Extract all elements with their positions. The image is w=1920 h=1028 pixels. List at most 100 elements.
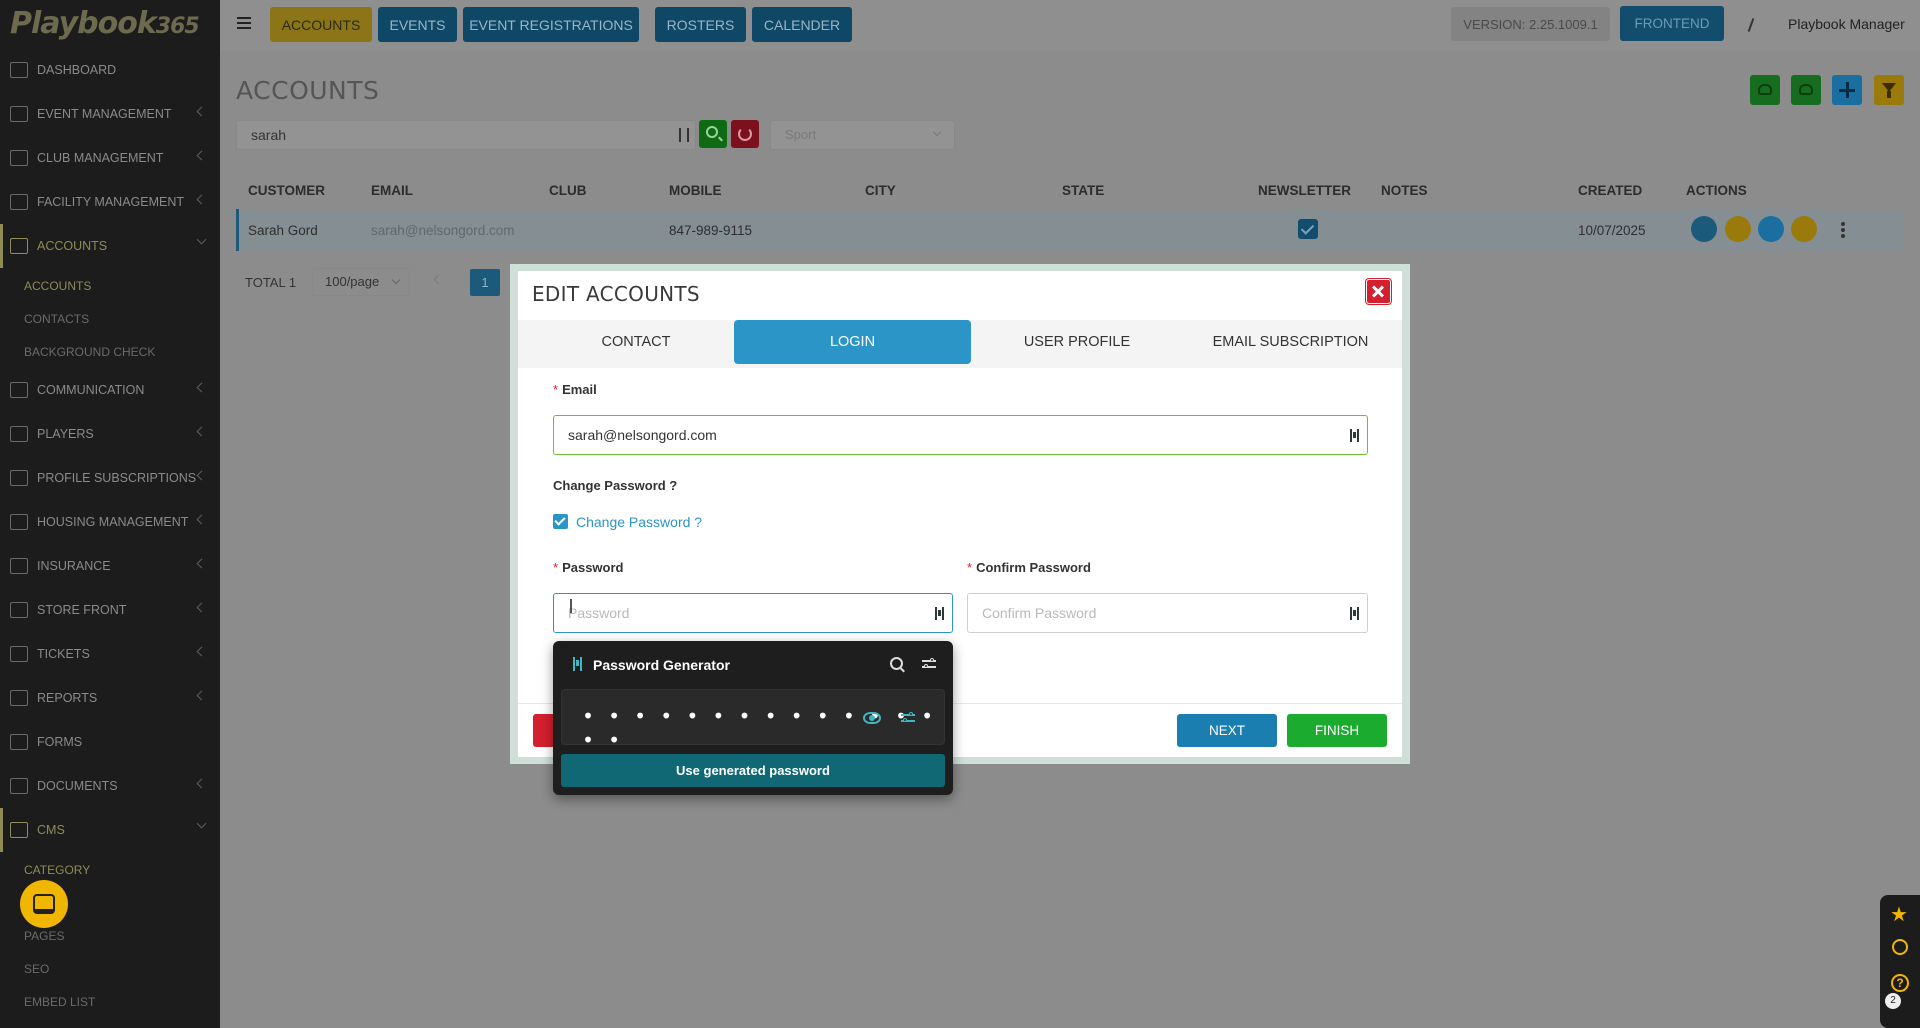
- column-header-customer[interactable]: CUSTOMER: [248, 183, 325, 198]
- search-input[interactable]: sarah: [236, 120, 696, 150]
- password-field[interactable]: Password: [553, 593, 953, 633]
- change-password-checkbox-label[interactable]: Change Password ?: [576, 514, 702, 530]
- sidebar-item-dashboard[interactable]: DASHBOARD: [0, 48, 220, 92]
- password-manager-icon[interactable]: [1350, 429, 1359, 442]
- sidebar-subitem-embed-list[interactable]: EMBED LIST: [24, 995, 95, 1009]
- add-button[interactable]: [1832, 75, 1862, 105]
- close-icon[interactable]: [1366, 279, 1391, 304]
- forms-icon: [10, 734, 28, 750]
- cell-customer: Sarah Gord: [248, 223, 318, 238]
- cloud-upload-button[interactable]: [1750, 75, 1780, 105]
- user-menu[interactable]: Playbook Manager: [1788, 16, 1905, 32]
- column-header-state[interactable]: STATE: [1062, 183, 1104, 198]
- edit-icon[interactable]: [1691, 216, 1717, 242]
- column-header-newsletter[interactable]: NEWSLETTER: [1258, 183, 1351, 198]
- change-password-checkbox[interactable]: [553, 514, 568, 529]
- sidebar-item-store-front[interactable]: STORE FRONT: [0, 588, 220, 632]
- reset-button[interactable]: [731, 120, 759, 148]
- sidebar-item-forms[interactable]: FORMS: [0, 720, 220, 764]
- column-header-city[interactable]: CITY: [865, 183, 896, 198]
- tab-rosters[interactable]: ROSTERS: [655, 7, 746, 42]
- sidebar-subitem-pages[interactable]: PAGES: [24, 929, 64, 943]
- location-icon[interactable]: [1758, 216, 1784, 242]
- previous-page-icon[interactable]: [433, 274, 444, 285]
- sidebar-item-reports[interactable]: REPORTS: [0, 676, 220, 720]
- sport-select[interactable]: Sport: [770, 120, 955, 150]
- confirm-password-field[interactable]: Confirm Password: [967, 593, 1368, 633]
- sidebar-item-profile-subscriptions[interactable]: PROFILE SUBSCRIPTIONS: [0, 456, 220, 500]
- sidebar-item-players[interactable]: PLAYERS: [0, 412, 220, 456]
- password-label-text: Password: [562, 560, 624, 575]
- tab-email-subscription[interactable]: EMAIL SUBSCRIPTION: [1183, 320, 1398, 364]
- frontend-button[interactable]: FRONTEND: [1620, 6, 1724, 41]
- email-field[interactable]: sarah@nelsongord.com: [553, 415, 1368, 455]
- newsletter-checkbox[interactable]: [1298, 219, 1318, 239]
- dashboard-icon: [10, 62, 28, 78]
- sidebar-item-label: FACILITY MANAGEMENT: [37, 195, 185, 209]
- tab-event-registrations[interactable]: EVENT REGISTRATIONS: [463, 7, 639, 42]
- cloud-download-icon: [1799, 84, 1813, 95]
- sidebar-subitem-accounts[interactable]: ACCOUNTS: [24, 279, 91, 293]
- sidebar-item-facility-management[interactable]: FACILITY MANAGEMENT: [0, 180, 220, 224]
- sidebar-subitem-background-check[interactable]: BACKGROUND CHECK: [24, 345, 155, 359]
- sport-select-placeholder: Sport: [785, 127, 817, 142]
- tab-accounts[interactable]: ACCOUNTS: [270, 7, 372, 42]
- use-generated-password-button[interactable]: Use generated password: [561, 754, 945, 787]
- tab-events[interactable]: EVENTS: [378, 7, 457, 42]
- tab-user-profile[interactable]: USER PROFILE: [971, 320, 1183, 364]
- more-options-icon[interactable]: [1841, 222, 1845, 238]
- chevron-left-icon: [196, 558, 207, 569]
- column-header-club[interactable]: CLUB: [549, 183, 587, 198]
- sidebar-item-label: DASHBOARD: [37, 63, 117, 77]
- next-button[interactable]: NEXT: [1177, 714, 1277, 747]
- email-icon[interactable]: [1725, 216, 1751, 242]
- sidebar-item-tickets[interactable]: TICKETS: [0, 632, 220, 676]
- menu-toggle-icon[interactable]: [237, 17, 251, 29]
- login-as-icon[interactable]: [1791, 216, 1817, 242]
- sidebar-item-accounts[interactable]: ACCOUNTS: [0, 224, 220, 268]
- column-header-created[interactable]: CREATED: [1578, 183, 1642, 198]
- cloud-download-button[interactable]: [1791, 75, 1821, 105]
- password-manager-icon[interactable]: [679, 128, 689, 142]
- broadcast-icon[interactable]: [1892, 939, 1908, 955]
- confirm-password-label-text: Confirm Password: [976, 560, 1091, 575]
- chevron-left-icon: [196, 426, 207, 437]
- search-icon[interactable]: [890, 657, 903, 670]
- email-label: * Email: [553, 382, 597, 397]
- sidebar-item-housing-management[interactable]: HOUSING MANAGEMENT: [0, 500, 220, 544]
- sidebar-subitem-contacts[interactable]: CONTACTS: [24, 312, 89, 326]
- sidebar-item-communication[interactable]: COMMUNICATION: [0, 368, 220, 412]
- column-header-email[interactable]: EMAIL: [371, 183, 413, 198]
- chat-launcher-button[interactable]: [20, 880, 68, 928]
- chevron-left-icon: [196, 778, 207, 789]
- chevron-left-icon: [196, 470, 207, 481]
- column-header-mobile[interactable]: MOBILE: [669, 183, 722, 198]
- sidebar-subitem-seo[interactable]: SEO: [24, 962, 49, 976]
- finish-button[interactable]: FINISH: [1287, 714, 1387, 747]
- settings-sliders-icon[interactable]: [922, 658, 936, 670]
- sidebar-item-event-management[interactable]: EVENT MANAGEMENT: [0, 92, 220, 136]
- sidebar-subitem-category[interactable]: CATEGORY: [24, 863, 90, 877]
- tab-login[interactable]: LOGIN: [734, 320, 971, 364]
- tab-calender[interactable]: CALENDER: [752, 7, 852, 42]
- password-manager-icon[interactable]: [935, 607, 944, 620]
- search-button[interactable]: [699, 120, 727, 148]
- page-number-button[interactable]: 1: [470, 269, 500, 296]
- sidebar-item-documents[interactable]: DOCUMENTS: [0, 764, 220, 808]
- help-icon[interactable]: ?: [1891, 974, 1909, 992]
- email-label-text: Email: [562, 382, 597, 397]
- page-size-select[interactable]: 100/page: [312, 268, 410, 296]
- accounts-icon: [10, 238, 28, 254]
- column-header-notes[interactable]: NOTES: [1381, 183, 1428, 198]
- sidebar-item-insurance[interactable]: INSURANCE: [0, 544, 220, 588]
- password-options-icon[interactable]: [901, 712, 915, 724]
- password-label: * Password: [553, 560, 624, 575]
- tab-contact[interactable]: CONTACT: [538, 320, 734, 364]
- sidebar-item-club-management[interactable]: CLUB MANAGEMENT: [0, 136, 220, 180]
- filter-button[interactable]: [1874, 75, 1904, 105]
- password-manager-icon[interactable]: [1350, 607, 1359, 620]
- show-password-icon[interactable]: [863, 712, 881, 724]
- sidebar-item-cms[interactable]: CMS: [0, 808, 220, 852]
- cell-email[interactable]: sarah@nelsongord.com: [371, 223, 515, 238]
- star-icon[interactable]: ★: [1890, 905, 1908, 925]
